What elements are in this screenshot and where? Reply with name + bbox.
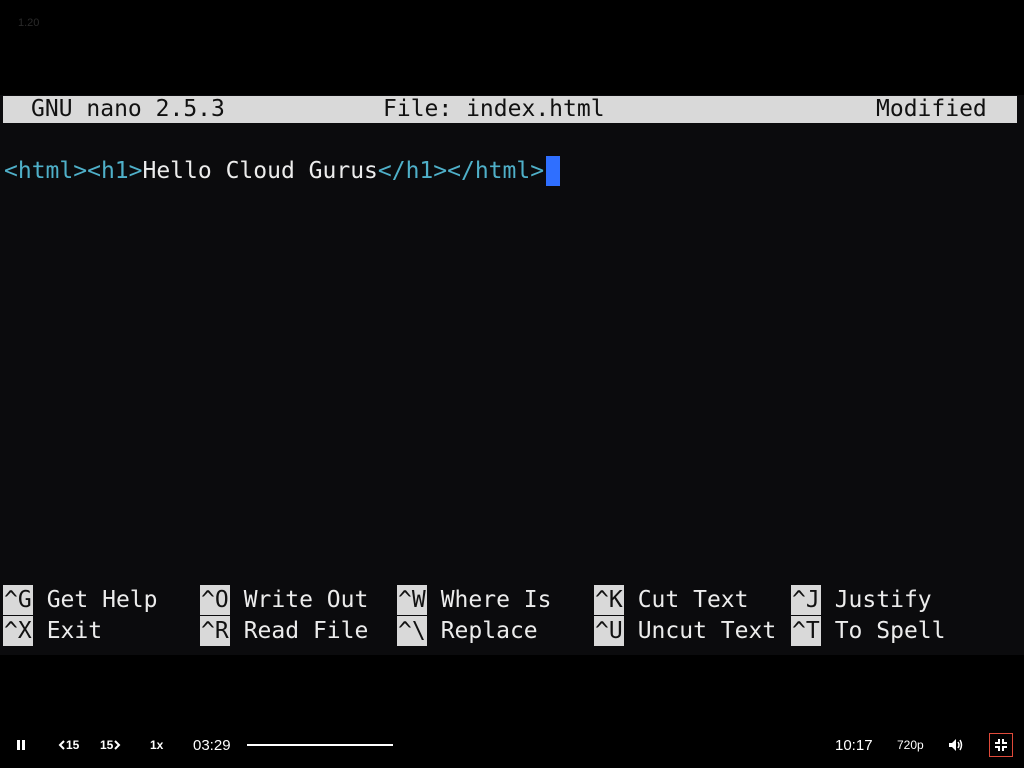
shortcut-key: ^J [791, 585, 821, 615]
skip-back-button[interactable]: 15 [58, 728, 79, 762]
progress-bar[interactable] [247, 744, 393, 746]
current-time: 03:29 [193, 736, 231, 754]
chevron-right-icon [114, 740, 121, 750]
shortcut-key: ^\ [397, 616, 427, 646]
text-cursor [546, 156, 561, 186]
shortcut-where-is[interactable]: ^W Where Is [397, 585, 551, 615]
pause-icon[interactable] [17, 728, 27, 762]
version-badge: 1.20 [18, 17, 40, 29]
shortcut-label: Cut Text [637, 587, 749, 613]
shortcut-justify[interactable]: ^J Justify [791, 585, 932, 615]
shortcut-replace[interactable]: ^\ Replace [397, 616, 538, 646]
nano-title-bar: GNU nano 2.5.3 File: index.html Modified [3, 96, 1017, 123]
nano-filename: File: index.html [383, 96, 605, 122]
shortcut-label: Where Is [440, 587, 552, 613]
editor-line[interactable]: <html><h1>Hello Cloud Gurus</h1></html> [4, 156, 561, 186]
shortcut-key: ^U [594, 616, 624, 646]
nano-status: Modified [876, 96, 987, 122]
shortcut-key: ^G [3, 585, 33, 615]
shortcut-exit[interactable]: ^X Exit [3, 616, 102, 646]
shortcut-cut-text[interactable]: ^K Cut Text [594, 585, 748, 615]
shortcut-key: ^R [200, 616, 230, 646]
shortcut-key: ^W [397, 585, 427, 615]
skip-forward-button[interactable]: 15 [100, 728, 121, 762]
shortcut-uncut-text[interactable]: ^U Uncut Text [594, 616, 776, 646]
line-text: Hello Cloud Gurus [142, 158, 378, 184]
shortcut-key: ^K [594, 585, 624, 615]
shortcut-key: ^T [791, 616, 821, 646]
exit-fullscreen-icon[interactable] [989, 733, 1013, 757]
shortcut-read-file[interactable]: ^R Read File [200, 616, 368, 646]
shortcut-label: Write Out [243, 587, 369, 613]
html-close-tag: </html> [447, 158, 545, 184]
shortcut-label: Exit [46, 618, 103, 644]
shortcut-key: ^X [3, 616, 33, 646]
shortcut-to-spell[interactable]: ^T To Spell [791, 616, 945, 646]
shortcut-key: ^O [200, 585, 230, 615]
video-controls: 15 15 1x 03:29 10:17 720p [0, 728, 1024, 764]
h1-close-tag: </h1> [377, 158, 448, 184]
playback-speed-button[interactable]: 1x [150, 728, 163, 762]
chevron-left-icon [58, 740, 65, 750]
total-time: 10:17 [835, 736, 873, 754]
shortcut-label: Get Help [46, 587, 158, 613]
shortcut-write-out[interactable]: ^O Write Out [200, 585, 368, 615]
shortcut-label: To Spell [834, 618, 946, 644]
skip-back-seconds: 15 [66, 738, 80, 752]
terminal-window[interactable]: GNU nano 2.5.3 File: index.html Modified… [0, 95, 1024, 655]
html-open-tag: <html> [4, 158, 88, 184]
shortcut-get-help[interactable]: ^G Get Help [3, 585, 157, 615]
quality-button[interactable]: 720p [897, 728, 924, 762]
shortcut-label: Justify [834, 587, 932, 613]
skip-forward-seconds: 15 [100, 738, 114, 752]
shortcut-label: Uncut Text [637, 618, 777, 644]
volume-icon[interactable] [948, 728, 964, 762]
shortcut-label: Read File [243, 618, 369, 644]
h1-open-tag: <h1> [87, 158, 143, 184]
nano-version: GNU nano 2.5.3 [31, 96, 225, 122]
shortcut-label: Replace [440, 618, 538, 644]
